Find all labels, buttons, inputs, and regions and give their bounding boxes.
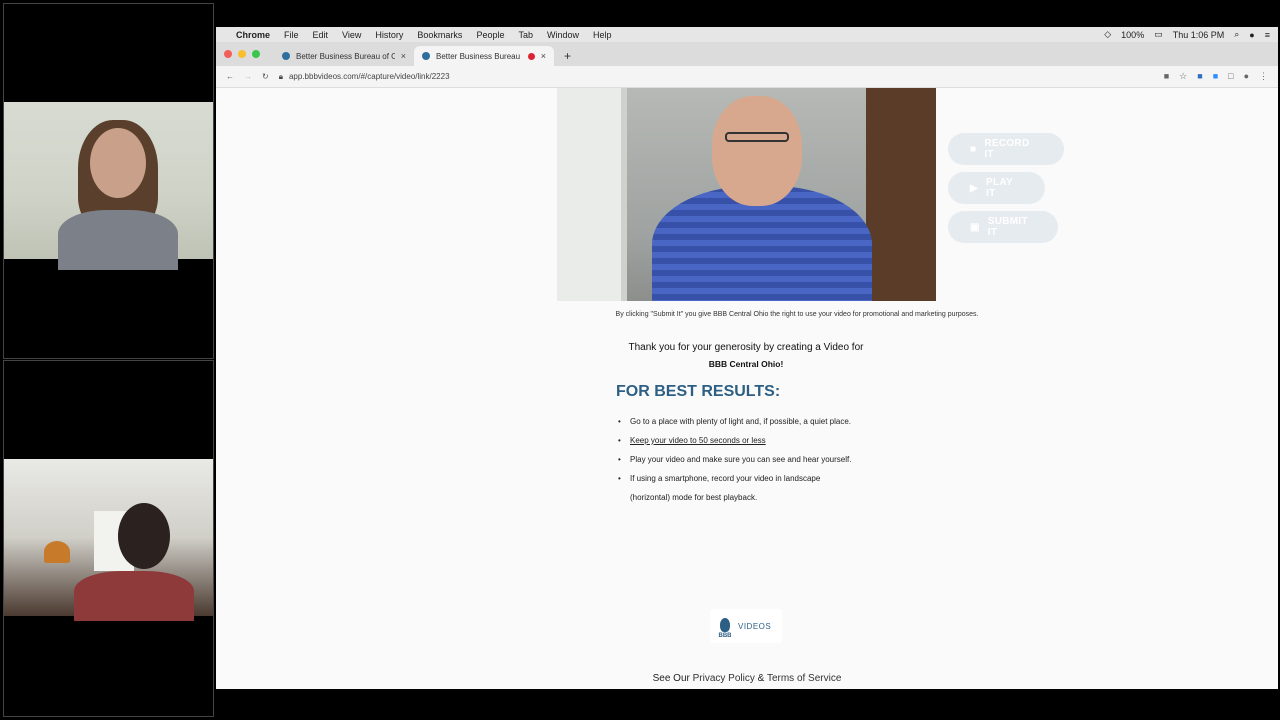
video-controls: ■ RECORD IT ▶ PLAY IT ▣ SUBMIT IT xyxy=(948,133,1064,243)
tab-2-title: Better Business Bureau of xyxy=(436,51,522,61)
lamp-figure xyxy=(44,541,70,563)
play-label: PLAY IT xyxy=(986,177,1013,199)
lock-icon: 🔒︎ xyxy=(278,71,283,81)
close-tab-icon[interactable]: × xyxy=(401,51,406,61)
list-item: • Keep your video to 50 seconds or less xyxy=(618,436,766,445)
footer: See Our Privacy Policy & Terms of Servic… xyxy=(216,673,1278,684)
organization-name: BBB Central Ohio! xyxy=(708,359,784,369)
menu-people[interactable]: People xyxy=(476,30,504,40)
bbb-favicon-icon xyxy=(282,52,290,60)
star-icon[interactable]: ☆ xyxy=(1179,71,1187,82)
reload-icon[interactable]: ↻ xyxy=(262,72,269,81)
list-item: • Play your video and make sure you can s… xyxy=(618,455,852,464)
menu-history[interactable]: History xyxy=(375,30,403,40)
menubar-status: ◇ 100% ▭ Thu 1:06 PM ⌕ ● ≡ xyxy=(1104,29,1270,40)
menu-app[interactable]: Chrome xyxy=(236,30,270,40)
user-icon[interactable]: ● xyxy=(1249,30,1254,40)
address-bar: ← → ↻ 🔒︎ app.bbbvideos.com/#/capture/vid… xyxy=(216,66,1278,88)
menu-file[interactable]: File xyxy=(284,30,299,40)
window-controls xyxy=(224,50,260,58)
menu-edit[interactable]: Edit xyxy=(313,30,329,40)
menu-help[interactable]: Help xyxy=(593,30,612,40)
new-tab-button[interactable]: + xyxy=(564,49,571,63)
profile-avatar[interactable]: ● xyxy=(1244,71,1249,82)
footer-prefix: See Our xyxy=(652,673,690,684)
bbb-videos-logo: BBB VIDEOS xyxy=(710,609,782,643)
more-options-icon[interactable]: ⋮ xyxy=(1259,71,1268,82)
record-label: RECORD IT xyxy=(984,138,1030,160)
footer-amp: & xyxy=(757,673,765,684)
browser-window: Chrome File Edit View History Bookmarks … xyxy=(216,27,1278,689)
forward-icon[interactable]: → xyxy=(244,72,252,81)
battery-level[interactable]: 100% xyxy=(1121,30,1144,40)
tab-2[interactable]: Better Business Bureau of × xyxy=(414,46,554,66)
usage-disclaimer: By clicking "Submit It" you give BBB Cen… xyxy=(615,311,979,318)
recording-indicator-icon xyxy=(527,52,535,60)
video-camera-icon: ■ xyxy=(970,143,977,155)
camera-icon[interactable]: ■ xyxy=(1164,71,1169,82)
minimize-window-button[interactable] xyxy=(238,50,246,58)
terms-of-service-link[interactable]: Terms of Service xyxy=(767,673,841,684)
privacy-policy-link[interactable]: Privacy Policy xyxy=(693,673,755,684)
back-icon[interactable]: ← xyxy=(226,72,234,81)
list-item: • Go to a place with plenty of light and,… xyxy=(618,417,852,426)
best-results-heading: FOR BEST RESULTS: xyxy=(616,383,781,400)
participant-tile-2 xyxy=(3,360,214,717)
play-icon: ▶ xyxy=(970,182,978,194)
thank-you-message: Thank you for your generosity by creatin… xyxy=(596,339,896,373)
mac-menubar: Chrome File Edit View History Bookmarks … xyxy=(216,27,1278,42)
search-icon[interactable]: ⌕ xyxy=(1234,29,1239,40)
tips-list: • Go to a place with plenty of light and,… xyxy=(618,412,918,507)
menu-bookmarks[interactable]: Bookmarks xyxy=(417,30,462,40)
battery-icon: ▭ xyxy=(1154,29,1163,39)
url-field[interactable]: 🔒︎ app.bbbvideos.com/#/capture/video/lin… xyxy=(279,72,1154,82)
participant-video-2 xyxy=(4,459,213,621)
list-item: (horizontal) mode for best playback. xyxy=(630,493,758,502)
menu-window[interactable]: Window xyxy=(547,30,579,40)
menu-view[interactable]: View xyxy=(342,30,361,40)
list-item: • If using a smartphone, record your vide… xyxy=(618,474,821,483)
wifi-icon[interactable]: ◇ xyxy=(1104,29,1111,40)
participant-video-1 xyxy=(4,102,213,270)
play-button[interactable]: ▶ PLAY IT xyxy=(948,172,1045,204)
extension-icon[interactable]: ■ xyxy=(1197,71,1202,82)
tab-1-title: Better Business Bureau of Cen xyxy=(296,51,395,61)
page-content: ■ RECORD IT ▶ PLAY IT ▣ SUBMIT IT By cli… xyxy=(216,88,1278,686)
menu-tab[interactable]: Tab xyxy=(518,30,533,40)
participant-tile-1 xyxy=(3,3,214,359)
clock[interactable]: Thu 1:06 PM xyxy=(1173,30,1225,40)
logo-videos-text: VIDEOS xyxy=(738,621,772,631)
save-icon: ▣ xyxy=(970,221,980,233)
screen: Chrome File Edit View History Bookmarks … xyxy=(0,0,1280,720)
submit-button[interactable]: ▣ SUBMIT IT xyxy=(948,211,1058,243)
tab-strip: Better Business Bureau of Cen × Better B… xyxy=(216,42,1278,66)
bbb-favicon-icon xyxy=(422,52,430,60)
cast-icon[interactable]: □ xyxy=(1228,71,1233,82)
thank-you-line: Thank you for your generosity by creatin… xyxy=(628,342,864,353)
close-tab-icon[interactable]: × xyxy=(541,51,546,61)
participant-2-figure xyxy=(118,503,170,569)
bbb-torch-icon: BBB xyxy=(716,613,734,639)
close-window-button[interactable] xyxy=(224,50,232,58)
menu-list-icon[interactable]: ≡ xyxy=(1265,30,1270,40)
url-text: app.bbbvideos.com/#/capture/video/link/2… xyxy=(288,72,450,81)
toolbar-icons: ■ ☆ ■ ■ □ ● ⋮ xyxy=(1164,71,1268,82)
tab-1[interactable]: Better Business Bureau of Cen × xyxy=(274,46,414,66)
video-preview[interactable] xyxy=(557,88,936,301)
maximize-window-button[interactable] xyxy=(252,50,260,58)
record-button[interactable]: ■ RECORD IT xyxy=(948,133,1064,165)
submit-label: SUBMIT IT xyxy=(987,216,1028,238)
zoom-extension-icon[interactable]: ■ xyxy=(1213,71,1218,82)
